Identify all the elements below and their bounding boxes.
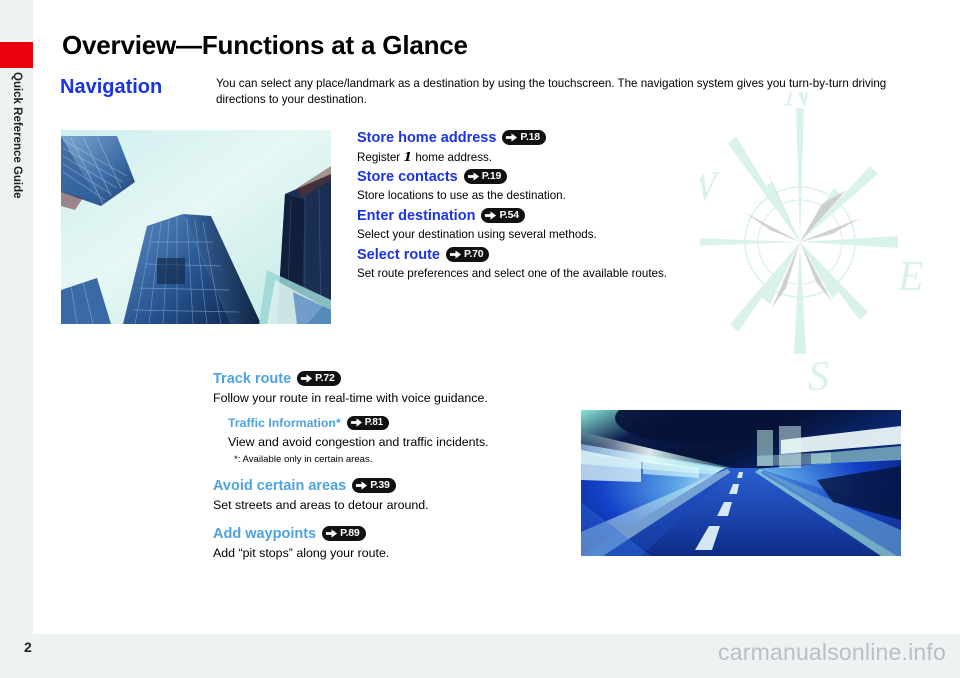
page-number: 2 xyxy=(24,639,32,655)
feature-description: Store locations to use as the destinatio… xyxy=(357,189,566,202)
page-title: Overview—Functions at a Glance xyxy=(62,30,468,60)
feature-select-route: Select route P.70 Set route preferences … xyxy=(357,246,667,282)
feature-heading: Store home address P.18 xyxy=(357,129,546,148)
feature-heading-label: Select route xyxy=(357,247,440,263)
right-arrow-icon xyxy=(485,211,497,220)
feature-description: Select your destination using several me… xyxy=(357,228,597,241)
right-arrow-icon xyxy=(506,133,518,142)
page-sheet: N E S W Quick Reference Guide Overview—F… xyxy=(0,0,960,634)
sidebar-tab-label: Quick Reference Guide xyxy=(11,72,23,199)
page-ref-badge[interactable]: P.54 xyxy=(481,208,525,223)
feature-heading: Track route P.72 xyxy=(213,370,488,389)
feature-heading-label: Store contacts xyxy=(357,169,458,185)
compass-south-label: S xyxy=(808,354,829,400)
compass-east-label: E xyxy=(897,254,924,300)
feature-heading-label: Traffic Information* xyxy=(228,416,341,430)
feature-description: Follow your route in real-time with voic… xyxy=(213,391,488,405)
sidebar-accent-block xyxy=(0,42,33,68)
feature-heading: Traffic Information* P.81 xyxy=(228,414,489,433)
page-ref-badge[interactable]: P.39 xyxy=(352,478,396,493)
feature-heading: Enter destination P.54 xyxy=(357,207,597,226)
feature-description: Add “pit stops” along your route. xyxy=(213,546,390,560)
page-ref-label: P.18 xyxy=(520,131,540,143)
right-arrow-icon xyxy=(467,172,479,181)
right-arrow-icon xyxy=(326,529,338,538)
feature-heading-label: Store home address xyxy=(357,130,497,146)
page-ref-badge[interactable]: P.70 xyxy=(446,247,490,262)
compass-rose-watermark: N E S W xyxy=(700,92,924,400)
page-ref-badge[interactable]: P.81 xyxy=(346,415,389,430)
desc-post: home address. xyxy=(412,151,493,164)
page-ref-badge[interactable]: P.18 xyxy=(502,130,546,145)
site-watermark: carmanualsonline.info xyxy=(718,639,946,665)
feature-heading-label: Enter destination xyxy=(357,208,476,224)
page-ref-badge[interactable]: P.89 xyxy=(322,526,366,541)
right-arrow-icon xyxy=(301,374,313,383)
feature-store-contacts: Store contacts P.19 Store locations to u… xyxy=(357,168,566,204)
feature-avoid-certain-areas: Avoid certain areas P.39 Set streets and… xyxy=(213,477,429,513)
page-ref-label: P.19 xyxy=(481,170,502,182)
right-arrow-icon xyxy=(449,250,462,259)
right-arrow-icon xyxy=(356,481,368,490)
feature-description: Register 1 home address. xyxy=(357,149,546,166)
intro-paragraph: You can select any place/landmark as a d… xyxy=(216,77,887,106)
feature-heading: Add waypoints P.89 xyxy=(213,525,389,544)
feature-traffic-information: Traffic Information* P.81 View and avoid… xyxy=(228,414,489,467)
page-ref-badge[interactable]: P.72 xyxy=(297,371,341,386)
feature-enter-destination: Enter destination P.54 Select your desti… xyxy=(357,207,597,243)
feature-footnote: *: Available only in certain areas. xyxy=(234,454,373,465)
right-arrow-icon xyxy=(350,418,362,427)
page-ref-label: P.81 xyxy=(364,417,383,428)
feature-description: View and avoid congestion and traffic in… xyxy=(228,435,489,449)
page-ref-label: P.70 xyxy=(464,248,484,260)
feature-heading: Avoid certain areas P.39 xyxy=(213,477,429,496)
feature-description: Set route preferences and select one of … xyxy=(357,267,668,280)
feature-heading: Store contacts P.19 xyxy=(357,168,566,187)
feature-heading: Select route P.70 xyxy=(357,246,667,265)
compass-west-label: W xyxy=(700,164,721,210)
sidebar-tab[interactable]: Quick Reference Guide xyxy=(0,70,33,270)
feature-track-route: Track route P.72 Follow your route in re… xyxy=(213,370,488,406)
desc-pre: Register xyxy=(357,151,404,164)
section-title: Navigation xyxy=(60,76,163,98)
desc-number: 1 xyxy=(403,149,413,164)
feature-heading-label: Add waypoints xyxy=(213,526,317,542)
page-ref-label: P.54 xyxy=(499,209,519,221)
page-ref-label: P.72 xyxy=(315,372,335,384)
feature-description: Set streets and areas to detour around. xyxy=(213,498,429,512)
page-ref-label: P.39 xyxy=(370,479,390,491)
feature-add-waypoints: Add waypoints P.89 Add “pit stops” along… xyxy=(213,525,389,561)
page-ref-badge[interactable]: P.19 xyxy=(463,169,508,184)
tunnel-photo xyxy=(581,410,901,556)
feature-heading-label: Avoid certain areas xyxy=(213,478,347,494)
feature-heading-label: Track route xyxy=(213,371,292,387)
buildings-photo xyxy=(61,130,331,324)
page-ref-label: P.89 xyxy=(340,527,360,539)
feature-store-home-address: Store home address P.18 Register 1 home … xyxy=(357,129,546,166)
